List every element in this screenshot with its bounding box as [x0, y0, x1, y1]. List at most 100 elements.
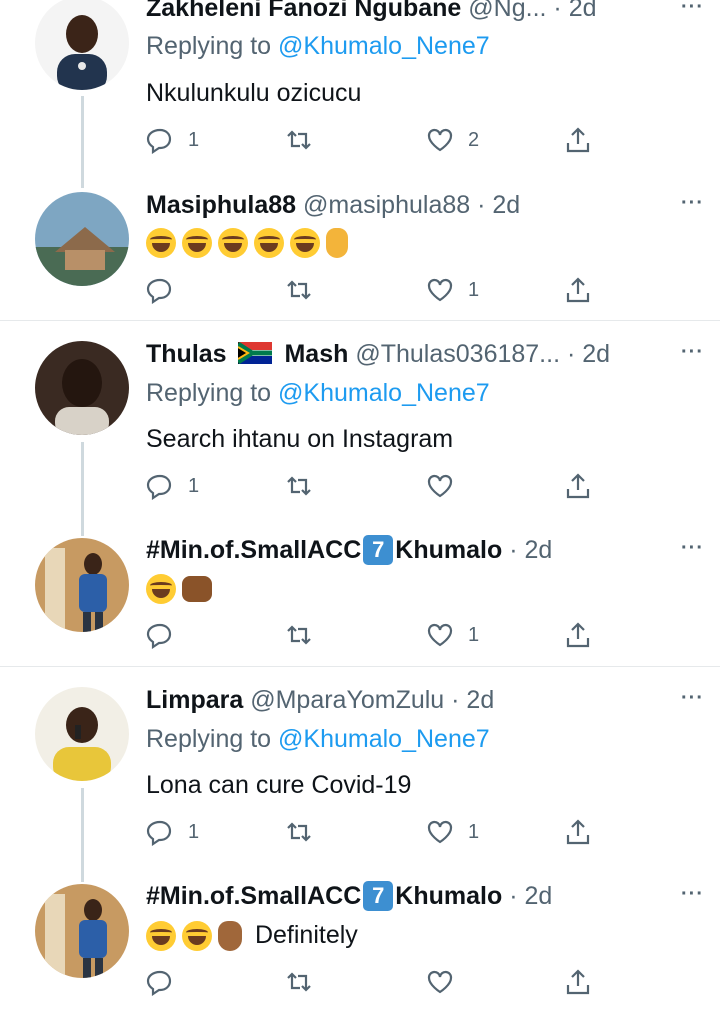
oncoming-fist-icon [182, 576, 212, 603]
avatar[interactable] [35, 0, 129, 90]
display-name-last[interactable]: Khumalo [395, 882, 502, 910]
more-options-icon[interactable]: ··· [681, 192, 704, 215]
retweet-icon [287, 280, 311, 300]
like-button[interactable] [426, 470, 468, 502]
reply-button[interactable]: 1 [146, 816, 199, 848]
display-name-first[interactable]: Thulas [146, 340, 227, 368]
reply-icon [146, 128, 172, 154]
heart-icon [427, 474, 453, 498]
share-icon [566, 473, 590, 499]
avatar[interactable] [35, 687, 129, 781]
reply-icon [146, 970, 172, 996]
crossed-fingers-icon [218, 921, 242, 952]
tweet-actions: 1 [146, 470, 606, 502]
share-icon [566, 127, 590, 153]
tweet[interactable]: Limpara @MparaYomZulu · 2d ··· Replying … [0, 667, 720, 867]
timestamp[interactable]: · 2d [553, 0, 596, 22]
tweet[interactable]: Zakheleni Fanozi Ngubane @Ng... · 2d ···… [0, 0, 720, 180]
mention-link[interactable]: @Khumalo_Nene7 [278, 725, 490, 753]
like-button[interactable]: 1 [426, 619, 479, 651]
tweet-header: Limpara @MparaYomZulu · 2d [146, 685, 638, 715]
share-button[interactable] [564, 966, 592, 998]
share-button[interactable] [564, 470, 592, 502]
reply-icon [146, 474, 172, 500]
like-button[interactable] [426, 966, 468, 998]
tweet-actions: 1 2 [146, 124, 606, 156]
timestamp[interactable]: · 2d [567, 340, 610, 368]
display-name-last[interactable]: Mash [284, 340, 348, 368]
replying-to-label: Replying to [146, 379, 279, 407]
avatar[interactable] [35, 884, 129, 978]
user-handle[interactable]: @MparaYomZulu [250, 686, 444, 714]
retweet-button[interactable] [285, 470, 327, 502]
like-button[interactable]: 2 [426, 124, 479, 156]
retweet-button[interactable] [285, 124, 327, 156]
tweet[interactable]: Masiphula88 @masiphula88 · 2d ··· 1 [0, 180, 720, 320]
share-button[interactable] [564, 124, 592, 156]
like-button[interactable]: 1 [426, 274, 479, 306]
face-with-tears-of-joy-icon [146, 921, 176, 952]
reply-button[interactable]: 1 [146, 470, 199, 502]
reply-button[interactable] [146, 966, 188, 998]
reply-icon [146, 278, 172, 304]
more-options-icon[interactable]: ··· [681, 537, 704, 560]
share-button[interactable] [564, 816, 592, 848]
display-name[interactable]: Limpara [146, 686, 243, 714]
retweet-icon [287, 476, 311, 496]
share-icon [566, 969, 590, 995]
retweet-icon [287, 972, 311, 992]
share-button[interactable] [564, 619, 592, 651]
display-name[interactable]: Masiphula88 [146, 191, 296, 219]
retweet-button[interactable] [285, 274, 327, 306]
tweet-emojis [146, 227, 354, 259]
heart-icon [427, 623, 453, 647]
more-options-icon[interactable]: ··· [681, 687, 704, 710]
user-handle[interactable]: @Thulas036187... [355, 340, 560, 368]
like-count: 1 [468, 278, 480, 301]
tweet-header: Thulas Mash @Thulas036187... · 2d [146, 339, 638, 369]
avatar[interactable] [35, 192, 129, 286]
more-options-icon[interactable]: ··· [681, 0, 704, 19]
tweet[interactable]: #Min.of.SmallACC 7 Khumalo · 2d ··· 1 [0, 521, 720, 666]
rolling-on-floor-laughing-icon [290, 228, 320, 259]
avatar[interactable] [35, 341, 129, 435]
ok-hand-icon [326, 228, 348, 259]
share-icon [566, 819, 590, 845]
avatar[interactable] [35, 538, 129, 632]
mention-link[interactable]: @Khumalo_Nene7 [278, 379, 490, 407]
reply-icon [146, 623, 172, 649]
timestamp[interactable]: · 2d [509, 536, 552, 564]
like-button[interactable]: 1 [426, 816, 479, 848]
rolling-on-floor-laughing-icon [218, 228, 248, 259]
retweet-button[interactable] [285, 619, 327, 651]
more-options-icon[interactable]: ··· [681, 341, 704, 364]
retweet-button[interactable] [285, 966, 327, 998]
share-button[interactable] [564, 274, 592, 306]
tweet-actions [146, 966, 606, 998]
tweet[interactable]: Thulas Mash @Thulas036187... · 2d ··· Re… [0, 321, 720, 521]
display-name-first[interactable]: #Min.of.SmallACC [146, 536, 361, 564]
reply-count: 1 [188, 820, 200, 843]
reply-button[interactable] [146, 274, 188, 306]
reply-button[interactable] [146, 619, 188, 651]
display-name[interactable]: Zakheleni Fanozi Ngubane [146, 0, 461, 22]
reply-button[interactable]: 1 [146, 124, 199, 156]
tweet-text-row: Definitely [146, 920, 358, 952]
tweet-emojis [146, 573, 218, 605]
display-name-first[interactable]: #Min.of.SmallACC [146, 882, 361, 910]
rolling-on-floor-laughing-icon [254, 228, 284, 259]
display-name-last[interactable]: Khumalo [395, 536, 502, 564]
share-icon [566, 277, 590, 303]
tweet[interactable]: #Min.of.SmallACC 7 Khumalo · 2d ··· Defini… [0, 867, 720, 1011]
timestamp[interactable]: · 2d [451, 686, 494, 714]
timestamp[interactable]: · 2d [509, 882, 552, 910]
more-options-icon[interactable]: ··· [681, 883, 704, 906]
retweet-icon [287, 625, 311, 645]
timestamp[interactable]: · 2d [477, 191, 520, 219]
face-with-tears-of-joy-icon [146, 574, 176, 605]
retweet-button[interactable] [285, 816, 327, 848]
mention-link[interactable]: @Khumalo_Nene7 [278, 32, 490, 60]
user-handle[interactable]: @Ng... [468, 0, 546, 22]
user-handle[interactable]: @masiphula88 [303, 191, 470, 219]
tweet-actions: 1 [146, 619, 606, 651]
